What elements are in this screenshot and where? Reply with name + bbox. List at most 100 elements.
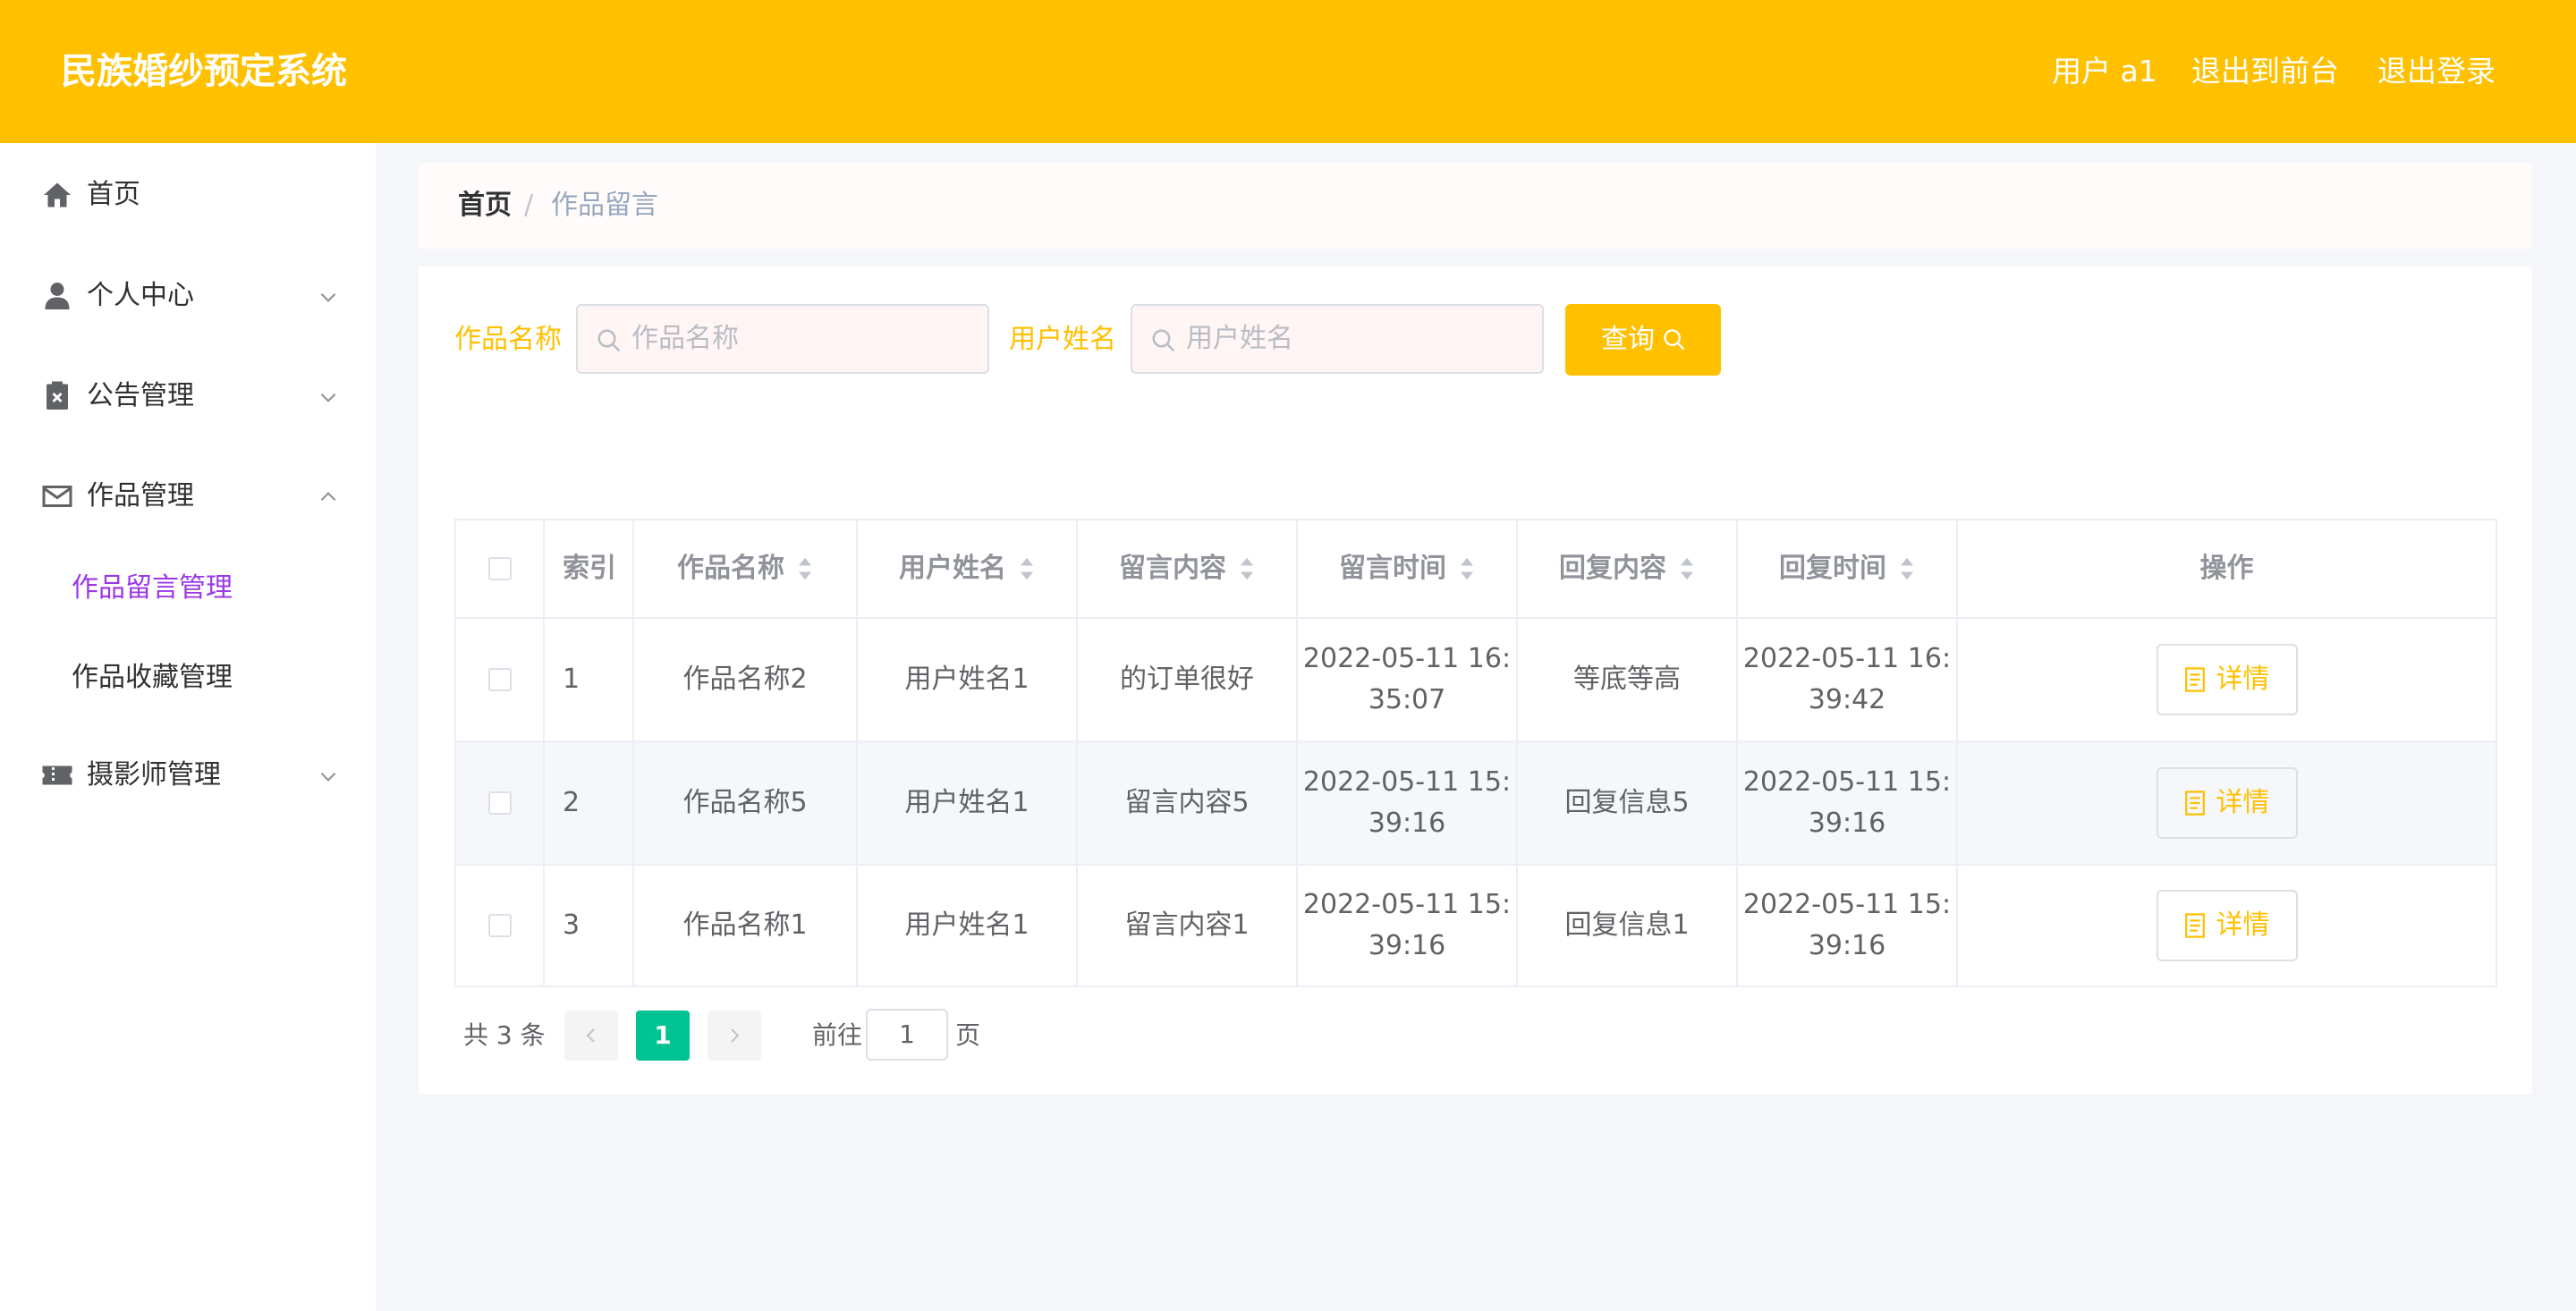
cell-reply-time: 2022-05-11 15: 39:16: [1738, 866, 1958, 985]
app-title: 民族婚纱预定系统: [61, 51, 347, 92]
header-label-work-name: 作品名称: [677, 553, 784, 584]
search-button[interactable]: 查询: [1565, 304, 1721, 376]
chevron-right-icon: [731, 1028, 740, 1043]
header-label-reply: 回复内容: [1559, 553, 1666, 584]
header-label-user-name: 用户姓名: [899, 553, 1006, 584]
row-select-cell: [456, 866, 545, 985]
cell-msg-time-line1: 2022-05-11 15:: [1302, 766, 1512, 798]
cell-msg-time: 2022-05-11 15: 39:16: [1298, 742, 1518, 866]
cell-reply-time-line1: 2022-05-11 15:: [1742, 766, 1952, 798]
cell-work-name: 作品名称5: [634, 742, 858, 866]
sort-icon[interactable]: [1899, 556, 1915, 581]
chevron-down-icon: [320, 772, 336, 782]
detail-button-label: 详情: [2216, 787, 2270, 818]
logout-link[interactable]: 退出登录: [2377, 52, 2496, 91]
pager-goto-input[interactable]: 1: [866, 1009, 948, 1061]
detail-button[interactable]: 详情: [2156, 767, 2298, 839]
detail-button-label: 详情: [2216, 664, 2270, 695]
sidebar-subitem-work-comments[interactable]: 作品留言管理: [0, 553, 376, 624]
row-checkbox[interactable]: [487, 791, 512, 815]
breadcrumb-current: 作品留言: [551, 190, 658, 221]
pager-next-button[interactable]: [708, 1011, 761, 1061]
table-header-select: [456, 520, 545, 619]
mail-icon: [42, 486, 72, 507]
table-header-sortable[interactable]: 用户姓名: [858, 520, 1078, 619]
breadcrumb-separator: /: [524, 190, 534, 221]
sort-icon[interactable]: [1679, 556, 1695, 581]
cell-reply-time-line1: 2022-05-11 15:: [1742, 889, 1952, 920]
cell-work-name: 作品名称1: [634, 866, 858, 985]
user-name-input[interactable]: 用户姓名: [1131, 304, 1544, 374]
exit-to-front-link[interactable]: 退出到前台: [2191, 52, 2339, 91]
table-header: 操作: [1958, 520, 2496, 619]
row-checkbox[interactable]: [487, 914, 512, 937]
sidebar-subitem-work-favorites[interactable]: 作品收藏管理: [0, 642, 376, 714]
row-checkbox[interactable]: [487, 668, 512, 691]
cell-content: 留言内容1: [1078, 866, 1298, 985]
sidebar-item-works[interactable]: 作品管理: [0, 461, 376, 532]
cell-content: 的订单很好: [1078, 619, 1298, 742]
detail-button[interactable]: 详情: [2156, 644, 2298, 715]
top-header: 民族婚纱预定系统 用户 a1 退出到前台 退出登录: [0, 0, 2576, 143]
clipboard-icon: [47, 381, 68, 410]
sort-icon[interactable]: [1019, 556, 1035, 581]
home-icon: [44, 182, 71, 207]
cell-reply-time-line2: 39:16: [1808, 808, 1886, 839]
cell-msg-time-line1: 2022-05-11 15:: [1302, 889, 1512, 920]
chevron-down-icon: [320, 393, 336, 402]
sort-icon[interactable]: [797, 556, 813, 581]
table-header-sortable[interactable]: 留言时间: [1298, 520, 1518, 619]
sidebar-item-label: 首页: [87, 179, 140, 210]
sidebar-subitem-label: 作品留言管理: [72, 572, 233, 604]
cell-actions: 详情: [1958, 619, 2496, 742]
header-label-reply-time: 回复时间: [1779, 553, 1886, 584]
user-menu-link[interactable]: 用户 a1: [2052, 52, 2157, 91]
chevron-left-icon: [586, 1028, 595, 1043]
select-all-checkbox[interactable]: [487, 557, 512, 580]
work-name-input[interactable]: 作品名称: [576, 304, 989, 374]
breadcrumb: 首页 / 作品留言: [419, 163, 2532, 249]
sidebar-item-label: 公告管理: [87, 380, 194, 411]
cell-reply-time: 2022-05-11 15: 39:16: [1738, 742, 1958, 866]
row-select-cell: [456, 619, 545, 742]
cell-content: 留言内容5: [1078, 742, 1298, 866]
table-header-sortable[interactable]: 留言内容: [1078, 520, 1298, 619]
sort-icon[interactable]: [1239, 556, 1255, 581]
cell-msg-time: 2022-05-11 16: 35:07: [1298, 619, 1518, 742]
cell-reply: 等底等高: [1518, 619, 1738, 742]
cell-index: 2: [545, 742, 634, 866]
sort-icon[interactable]: [1459, 556, 1475, 581]
chevron-down-icon: [320, 292, 336, 302]
work-name-label: 作品名称: [454, 324, 562, 355]
sidebar-item-home[interactable]: 首页: [0, 159, 376, 231]
cell-reply: 回复信息1: [1518, 866, 1738, 985]
cell-reply: 回复信息5: [1518, 742, 1738, 866]
cell-index: 3: [545, 866, 634, 985]
user-name-label: 用户姓名: [1009, 324, 1116, 355]
header-label-actions: 操作: [2199, 553, 2254, 584]
table-header: 索引: [545, 520, 634, 619]
table-header-sortable[interactable]: 作品名称: [634, 520, 858, 619]
search-icon: [1152, 329, 1175, 352]
chevron-up-icon: [320, 492, 336, 502]
cell-msg-time-line2: 39:16: [1368, 930, 1446, 961]
cell-actions: 详情: [1958, 866, 2496, 985]
cell-user-name: 用户姓名1: [858, 866, 1078, 985]
document-icon: [2184, 667, 2205, 692]
breadcrumb-home[interactable]: 首页: [458, 188, 512, 224]
detail-button[interactable]: 详情: [2156, 890, 2298, 961]
table-header-sortable[interactable]: 回复内容: [1518, 520, 1738, 619]
detail-button-label: 详情: [2216, 909, 2270, 941]
cell-user-name: 用户姓名1: [858, 742, 1078, 866]
pager-prev-button[interactable]: [564, 1011, 618, 1061]
sidebar-item-announcements[interactable]: 公告管理: [0, 360, 376, 432]
sidebar-subitem-label: 作品收藏管理: [72, 662, 233, 693]
pager-page-current[interactable]: 1: [636, 1011, 690, 1061]
table-header-sortable[interactable]: 回复时间: [1738, 520, 1958, 619]
cell-msg-time: 2022-05-11 15: 39:16: [1298, 866, 1518, 985]
sidebar-item-photographers[interactable]: 摄影师管理: [0, 740, 376, 811]
sidebar-item-personal-center[interactable]: 个人中心: [0, 260, 376, 332]
search-icon: [1664, 329, 1685, 351]
cell-work-name: 作品名称2: [634, 619, 858, 742]
pager-goto-suffix: 页: [955, 1020, 981, 1050]
